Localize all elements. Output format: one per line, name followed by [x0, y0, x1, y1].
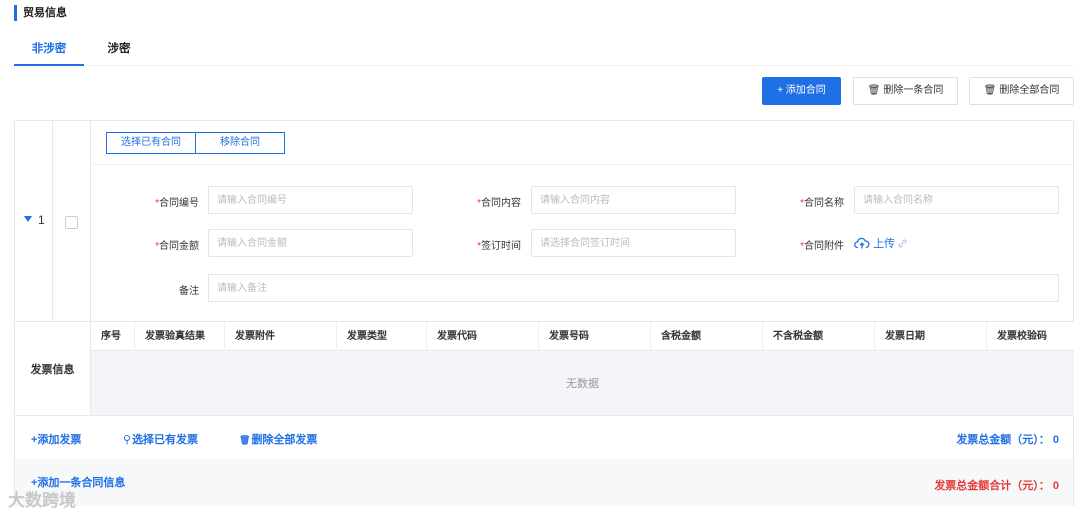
contract-content-input[interactable] — [531, 186, 736, 214]
trash-icon: 🗑 — [867, 85, 881, 96]
add-invoice-button[interactable]: +添加发票 — [31, 431, 81, 447]
row-checkbox-column — [53, 121, 91, 321]
empty-text: 无数据 — [566, 378, 599, 390]
contract-card: 1 选择已有合同 移除合同 *合同编号 *合同内容 *合同名称 *合同金额 *签… — [14, 120, 1074, 506]
trash-icon: 🗑 — [983, 85, 997, 96]
column-header: 发票号码 — [539, 322, 651, 351]
delete-all-contracts-label: 删除全部合同 — [999, 85, 1060, 96]
tab-non-classified[interactable]: 非涉密 — [14, 38, 84, 66]
column-header: 发票类型 — [337, 322, 427, 351]
contract-footer: +添加一条合同信息 发票总金额合计（元）： 0 — [15, 459, 1073, 506]
upload-label: 上传 — [873, 238, 896, 250]
contract-action-bar: 选择已有合同 移除合同 — [92, 121, 1073, 165]
delete-all-contracts-button[interactable]: 🗑 删除全部合同 — [969, 77, 1074, 105]
search-icon: ⚲ — [123, 434, 132, 446]
add-contract-button[interactable]: + 添加合同 — [762, 77, 841, 105]
grand-total-label: 发票总金额合计（元）： — [934, 480, 1050, 492]
column-header: 发票校验码 — [997, 331, 1047, 342]
column-header: 不含税金额 — [763, 322, 875, 351]
upload-button[interactable]: 上传 — [854, 235, 907, 251]
invoice-section-title: 发票信息 — [15, 321, 91, 415]
sign-time-label: *签订时间 — [477, 241, 521, 252]
column-header: 发票代码 — [427, 322, 539, 351]
invoice-footer: +添加发票 ⚲选择已有发票 🗑删除全部发票 发票总金额（元）： 0 — [15, 415, 1073, 459]
row-number: 1 — [38, 213, 45, 227]
delete-one-contract-label: 删除一条合同 — [883, 85, 944, 96]
contract-name-label: *合同名称 — [800, 198, 844, 209]
remark-label: 备注 — [179, 286, 199, 297]
delete-one-contract-button[interactable]: 🗑 删除一条合同 — [853, 77, 958, 105]
remove-contract-button[interactable]: 移除合同 — [195, 132, 285, 154]
invoice-total-label: 发票总金额（元）： — [956, 434, 1050, 446]
remark-input[interactable] — [208, 274, 1059, 302]
contract-amount-label: *合同金额 — [155, 241, 199, 252]
column-header: 发票验真结果 — [135, 322, 225, 351]
contract-attachment-label: *合同附件 — [800, 241, 844, 252]
contract-number-label: *合同编号 — [155, 198, 199, 209]
watermark: 大数跨境 — [8, 491, 76, 510]
row-checkbox[interactable] — [65, 216, 78, 229]
column-header: 序号 — [91, 322, 135, 351]
invoice-table-empty: 无数据 — [91, 351, 1074, 415]
select-existing-invoice-button[interactable]: ⚲选择已有发票 — [123, 431, 198, 447]
cloud-upload-icon — [854, 237, 870, 249]
tab-classified[interactable]: 涉密 — [96, 38, 142, 66]
invoice-table-header: 序号 发票验真结果 发票附件 发票类型 发票代码 发票号码 含税金额 不含税金额… — [91, 321, 1074, 351]
contract-name-input[interactable] — [854, 186, 1059, 214]
tab-bar: 非涉密 涉密 — [14, 38, 1074, 66]
select-existing-invoice-label: 选择已有发票 — [132, 434, 199, 446]
grand-total-value: 0 — [1052, 480, 1059, 492]
delete-all-invoices-button[interactable]: 🗑删除全部发票 — [239, 431, 317, 447]
contract-number-input[interactable] — [208, 186, 413, 214]
column-header: 含税金额 — [651, 322, 763, 351]
invoice-total: 发票总金额（元）： 0 — [956, 431, 1059, 447]
contract-amount-input[interactable] — [208, 229, 413, 257]
delete-all-invoices-label: 删除全部发票 — [251, 434, 318, 446]
grand-total: 发票总金额合计（元）： 0 — [934, 477, 1059, 493]
invoice-total-value: 0 — [1052, 434, 1059, 446]
column-header: 发票日期 — [875, 322, 987, 351]
section-title: 贸易信息 — [14, 5, 67, 21]
sign-time-picker[interactable] — [531, 229, 736, 257]
link-icon — [898, 239, 907, 248]
contract-content-label: *合同内容 — [477, 198, 521, 209]
select-existing-contract-button[interactable]: 选择已有合同 — [106, 132, 196, 154]
row-index-column: 1 — [15, 121, 53, 321]
column-header: 发票附件 — [225, 322, 337, 351]
caret-down-icon[interactable] — [24, 216, 32, 222]
trash-icon: 🗑 — [239, 435, 251, 445]
